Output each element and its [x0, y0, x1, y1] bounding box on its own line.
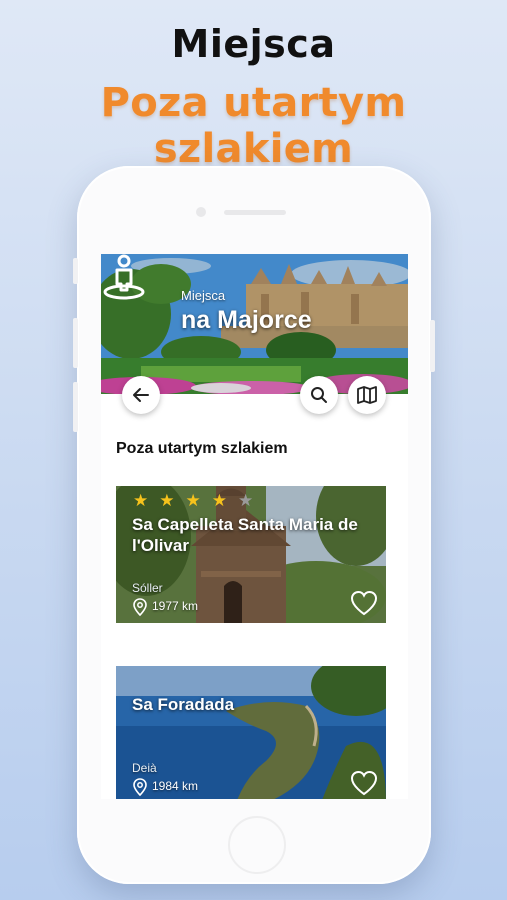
- star-icon: ★: [211, 491, 227, 510]
- search-icon: [311, 387, 327, 403]
- phone-home-button: [228, 816, 286, 874]
- map-icon: [357, 386, 377, 404]
- place-distance: 1984 km: [152, 779, 199, 793]
- star-icon: ★: [133, 491, 149, 510]
- section-title: Poza utartym szlakiem: [116, 440, 288, 457]
- place-distance: 1977 km: [152, 599, 199, 613]
- favorite-heart-icon[interactable]: [350, 590, 378, 616]
- app-screen: Miejsca na Majorce Poza utartym szlakiem: [101, 254, 408, 799]
- place-card[interactable]: Sa Foradada Deià 1984 km: [116, 666, 386, 799]
- location-pin-icon: [133, 778, 147, 796]
- place-city: Deià: [132, 761, 157, 775]
- star-icon: ★: [159, 491, 175, 510]
- star-icon: ★: [185, 491, 201, 510]
- phone-volume-down: [73, 382, 78, 432]
- hero-big-label: na Majorce: [181, 306, 312, 334]
- favorite-heart-icon[interactable]: [350, 770, 378, 796]
- person-map-pin-icon: [103, 254, 145, 300]
- phone-side-button: [73, 258, 78, 284]
- place-name: Sa Foradada: [132, 695, 235, 714]
- rating-stars: ★ ★ ★ ★ ★: [133, 492, 253, 509]
- star-icon: ★: [238, 491, 254, 510]
- place-card[interactable]: ★ ★ ★ ★ ★ Sa Capelleta Santa Maria de l'Oliv…: [116, 486, 386, 623]
- location-pin-icon: [133, 598, 147, 616]
- hero-header: Miejsca na Majorce: [101, 254, 408, 394]
- promo-subtitle: Poza utartym szlakiem: [100, 80, 407, 172]
- search-button[interactable]: [300, 376, 338, 414]
- phone-volume-up: [73, 318, 78, 368]
- phone-power-button: [430, 320, 435, 372]
- place-city: Sóller: [132, 581, 163, 595]
- back-button[interactable]: [122, 376, 160, 414]
- place-name: Sa Capelleta Santa Maria de l'Olivar: [132, 515, 358, 555]
- phone-camera: [196, 207, 206, 217]
- phone-speaker: [224, 210, 286, 215]
- arrow-left-icon: [133, 388, 149, 402]
- map-button[interactable]: [348, 376, 386, 414]
- promo-title: Miejsca: [171, 22, 336, 66]
- hero-small-label: Miejsca: [181, 288, 226, 303]
